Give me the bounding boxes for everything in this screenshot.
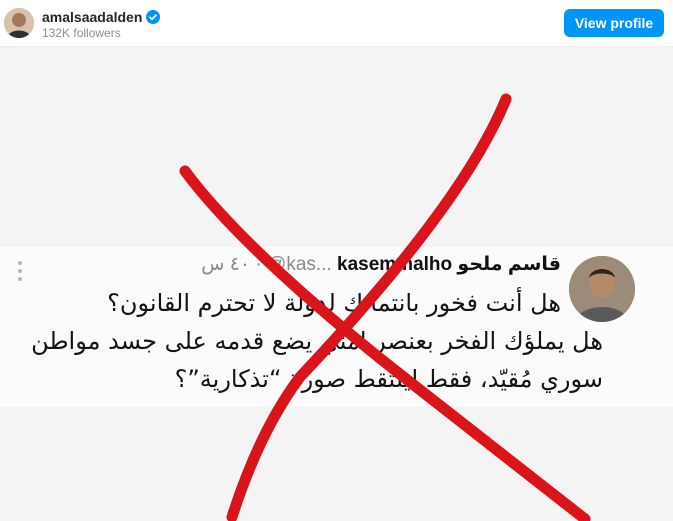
view-profile-button[interactable]: View profile: [564, 9, 664, 37]
tweet-text-line: سوري مُقيّد، فقط ليلتقط صورة “تذكارية”؟: [174, 365, 603, 393]
image-background-top: [0, 47, 673, 247]
tweet-screenshot: قاسم ملحو kasemmalho @kas... · ٤٠ س هل أ…: [0, 247, 673, 407]
profile-avatar[interactable]: [4, 8, 34, 38]
username-link[interactable]: amalsaadalden: [42, 9, 142, 25]
image-background-bottom: [0, 407, 673, 521]
post-image: قاسم ملحو kasemmalho @kas... · ٤٠ س هل أ…: [0, 47, 673, 521]
tweet-avatar: [569, 256, 635, 322]
tweet-time: ٤٠ س: [201, 254, 251, 275]
username-row: amalsaadalden: [42, 8, 161, 26]
verified-badge-icon: [146, 10, 161, 24]
more-vertical-icon: [18, 261, 24, 281]
tweet-author-name: قاسم ملحو: [457, 254, 561, 275]
tweet-handle: @kas...: [267, 254, 332, 275]
follower-count: 132K followers: [42, 26, 121, 40]
tweet-author-latin: kasemmalho: [337, 254, 453, 275]
post-header: amalsaadalden 132K followers View profil…: [0, 0, 673, 47]
tweet-text-line: هل أنت فخور بانتمائك لدولة لا تحترم القا…: [107, 289, 561, 317]
tweet-text-line: هل يملؤك الفخر بعنصر امني يضع قدمه على ج…: [31, 327, 603, 355]
tweet-author-line: قاسم ملحو kasemmalho @kas... · ٤٠ س: [201, 254, 561, 275]
